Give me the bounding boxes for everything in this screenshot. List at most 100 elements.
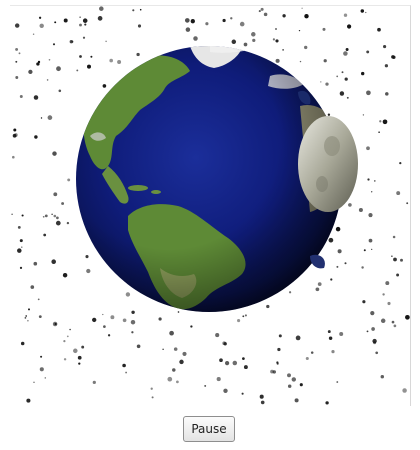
star: [282, 14, 286, 18]
star: [32, 33, 35, 35]
star: [237, 319, 241, 323]
star: [162, 348, 164, 350]
star: [21, 246, 23, 248]
star: [78, 362, 81, 365]
star: [344, 262, 347, 265]
star: [310, 351, 314, 354]
star: [379, 120, 382, 123]
star: [231, 39, 237, 45]
star: [275, 39, 279, 43]
star: [361, 266, 364, 269]
star: [44, 377, 47, 379]
star: [251, 32, 256, 37]
star: [299, 383, 303, 387]
star: [344, 77, 348, 81]
star: [14, 133, 18, 137]
star: [242, 357, 245, 360]
star: [63, 358, 67, 361]
moon-crater: [324, 136, 340, 156]
pause-button[interactable]: Pause: [183, 416, 235, 442]
star: [51, 213, 53, 215]
star: [368, 213, 373, 218]
star: [122, 318, 127, 323]
star: [79, 16, 81, 18]
star: [362, 114, 365, 116]
star: [15, 60, 18, 63]
star: [339, 332, 344, 336]
star: [103, 325, 106, 328]
star: [373, 341, 377, 345]
star: [36, 62, 40, 66]
star: [150, 387, 153, 390]
star: [346, 96, 349, 99]
star: [17, 225, 21, 229]
star: [39, 23, 44, 29]
star: [320, 81, 322, 83]
star: [79, 23, 82, 27]
star: [173, 347, 178, 351]
star: [30, 285, 35, 289]
star: [299, 60, 302, 63]
moon-crater: [316, 176, 328, 192]
star: [223, 388, 228, 393]
star: [380, 374, 385, 379]
star: [39, 367, 44, 372]
star: [304, 14, 309, 19]
star: [323, 59, 327, 63]
star: [177, 311, 180, 313]
star: [223, 342, 227, 346]
star: [322, 27, 326, 31]
star: [37, 298, 40, 301]
earth-animation-canvas: [10, 5, 411, 406]
star: [76, 69, 79, 72]
star: [282, 49, 284, 51]
star: [393, 324, 397, 328]
star: [260, 400, 265, 405]
star: [13, 128, 17, 132]
star: [400, 258, 403, 262]
star: [346, 24, 352, 29]
star: [15, 47, 19, 51]
star: [402, 388, 407, 393]
star: [184, 18, 190, 23]
moon: [298, 116, 358, 212]
star: [84, 23, 87, 26]
star: [328, 237, 334, 243]
star: [339, 91, 345, 96]
star: [61, 202, 65, 205]
star: [69, 328, 71, 331]
star: [385, 281, 390, 286]
star: [19, 239, 23, 243]
star: [370, 311, 375, 316]
star: [331, 350, 335, 354]
star: [396, 191, 401, 196]
star: [243, 365, 248, 370]
star: [54, 21, 57, 24]
star: [92, 317, 97, 323]
star: [137, 24, 142, 28]
star: [122, 363, 126, 368]
star: [34, 135, 38, 139]
star: [20, 341, 25, 346]
star: [328, 336, 333, 340]
edge-fragment: [310, 254, 325, 269]
star: [215, 333, 220, 338]
star: [260, 7, 264, 11]
star: [204, 384, 207, 387]
star: [33, 261, 38, 266]
star: [330, 278, 333, 281]
star: [348, 203, 352, 207]
star: [21, 214, 24, 217]
star: [82, 36, 86, 39]
star: [392, 235, 396, 239]
star: [341, 71, 344, 74]
star: [15, 76, 19, 79]
star: [406, 202, 409, 205]
star: [291, 377, 297, 382]
star: [304, 45, 308, 50]
star: [125, 371, 128, 374]
star: [77, 355, 82, 360]
star: [371, 191, 373, 193]
star: [132, 9, 135, 12]
star: [272, 38, 275, 41]
